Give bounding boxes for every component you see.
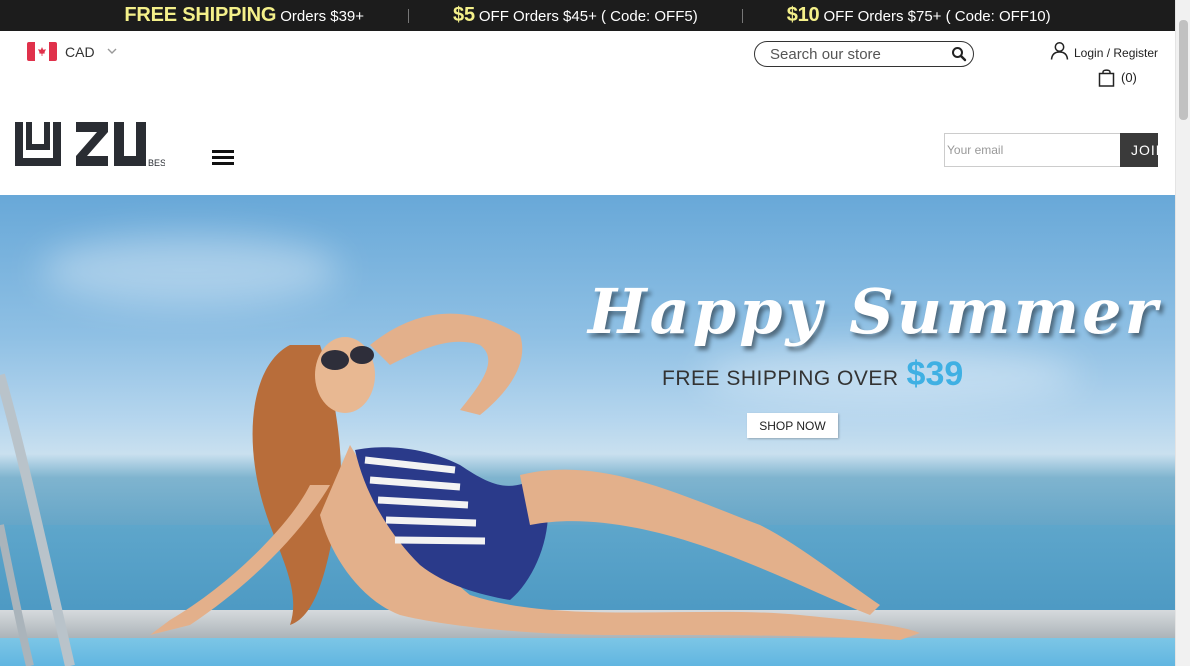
page-scrollbar[interactable] bbox=[1175, 0, 1190, 666]
hero-model-image bbox=[0, 313, 920, 666]
promo-divider bbox=[408, 8, 410, 23]
search-icon[interactable] bbox=[951, 46, 967, 62]
hero-banner[interactable]: Happy Summer FREE SHIPPING OVER $39 SHOP… bbox=[0, 195, 1175, 666]
login-register-link[interactable]: Login / Register bbox=[1050, 41, 1158, 60]
hero-title: Happy Summer bbox=[588, 275, 1161, 348]
promo-off10[interactable]: $10 OFF Orders $75+ ( Code: OFF10) bbox=[765, 4, 1073, 27]
promo-free-shipping[interactable]: FREE SHIPPING Orders $39+ bbox=[102, 4, 386, 27]
join-button[interactable]: JOIN bbox=[1120, 133, 1158, 167]
promo-headline: $5 bbox=[453, 4, 475, 26]
search-input[interactable] bbox=[770, 45, 945, 63]
user-icon bbox=[1050, 41, 1069, 60]
promo-detail: Orders $39+ bbox=[280, 8, 365, 25]
promo-headline: $10 bbox=[786, 4, 820, 26]
hero-subtitle: FREE SHIPPING OVER $39 bbox=[662, 355, 963, 394]
newsletter-form: JOIN bbox=[944, 133, 1158, 167]
hero-price: $39 bbox=[906, 355, 964, 393]
promo-divider bbox=[741, 8, 743, 23]
hero-subtitle-text: FREE SHIPPING OVER bbox=[662, 367, 899, 390]
currency-code: CAD bbox=[65, 43, 95, 60]
site-logo[interactable]: BEST bbox=[15, 122, 172, 168]
promo-headline: FREE SHIPPING bbox=[124, 4, 277, 26]
cart-link[interactable]: (0) bbox=[1098, 68, 1137, 87]
menu-icon[interactable] bbox=[212, 150, 234, 166]
canada-flag-icon bbox=[27, 42, 57, 61]
promo-detail: OFF Orders $75+ ( Code: OFF10) bbox=[823, 8, 1051, 25]
shop-now-button[interactable]: SHOP NOW bbox=[747, 413, 838, 438]
shopping-bag-icon bbox=[1098, 68, 1115, 87]
cart-count: (0) bbox=[1121, 70, 1137, 85]
email-input[interactable] bbox=[944, 133, 1120, 167]
chevron-down-icon bbox=[107, 46, 117, 58]
currency-selector[interactable]: CAD bbox=[27, 42, 117, 61]
account-label: Login / Register bbox=[1074, 46, 1159, 60]
promo-detail: OFF Orders $45+ ( Code: OFF5) bbox=[478, 8, 698, 25]
promo-bar: FREE SHIPPING Orders $39+ $5 OFF Orders … bbox=[0, 0, 1175, 31]
scrollbar-thumb[interactable] bbox=[1179, 20, 1188, 120]
logo-tag: BEST bbox=[148, 158, 165, 168]
search-bar bbox=[754, 41, 974, 67]
promo-off5[interactable]: $5 OFF Orders $45+ ( Code: OFF5) bbox=[431, 4, 720, 27]
